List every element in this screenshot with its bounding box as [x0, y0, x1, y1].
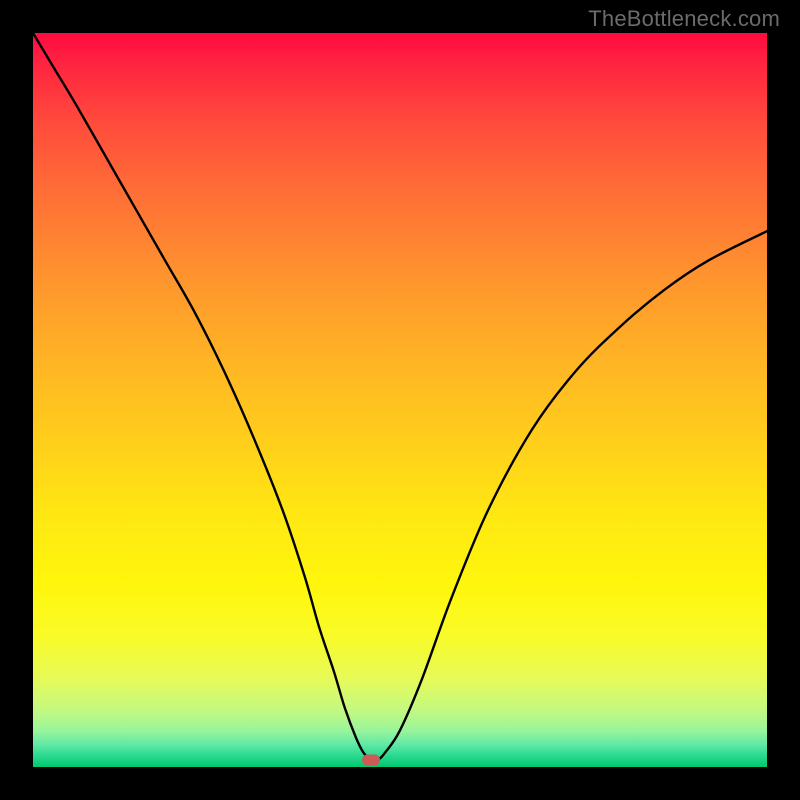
curve-layer [33, 33, 767, 767]
plot-area [33, 33, 767, 767]
optimal-marker [362, 754, 380, 765]
bottleneck-curve [33, 33, 767, 761]
watermark-text: TheBottleneck.com [588, 6, 780, 32]
chart-frame: TheBottleneck.com [0, 0, 800, 800]
